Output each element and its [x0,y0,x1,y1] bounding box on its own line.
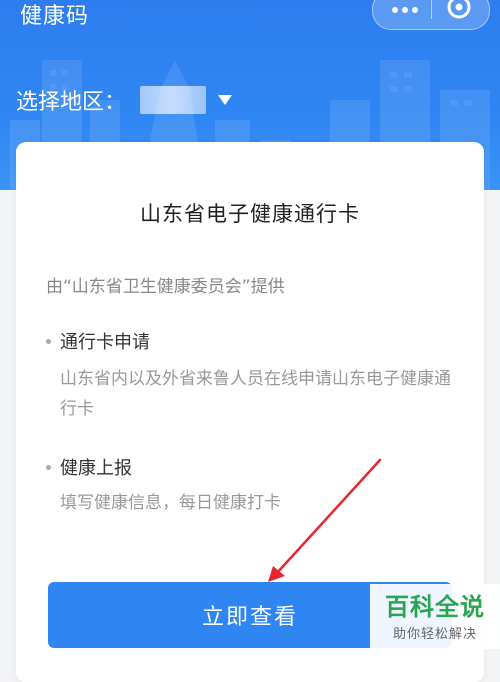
watermark-title: 百科全说 [385,593,485,621]
watermark-logo: 百科全说 助你轻松解决 [370,584,500,649]
more-icon[interactable] [387,1,423,19]
item-apply-title: 通行卡申请 [46,328,150,354]
region-label: 选择地区： [16,90,127,115]
watermark-subtitle: 助你轻松解决 [392,627,477,642]
item-apply-desc: 山东省内以及外省来鲁人员在线申请山东电子健康通行卡 [60,369,451,419]
item-report-desc: 填写健康信息，每日健康打卡 [60,493,281,513]
dropdown-caret-icon[interactable] [218,95,233,105]
region-selector[interactable]: 选择地区： [16,84,233,116]
provider-text: 由“山东省卫生健康委员会”提供 [46,277,285,297]
close-icon[interactable] [445,0,473,21]
item-report-title: 健康上报 [46,454,132,480]
mini-program-capsule[interactable] [372,0,490,30]
region-value-blurred [140,86,207,114]
bullet-icon [46,338,51,344]
card-title: 山东省电子健康通行卡 [140,202,360,226]
app-title: 健康码 [20,4,90,29]
bullet-icon [46,464,51,470]
capsule-divider [431,0,432,19]
